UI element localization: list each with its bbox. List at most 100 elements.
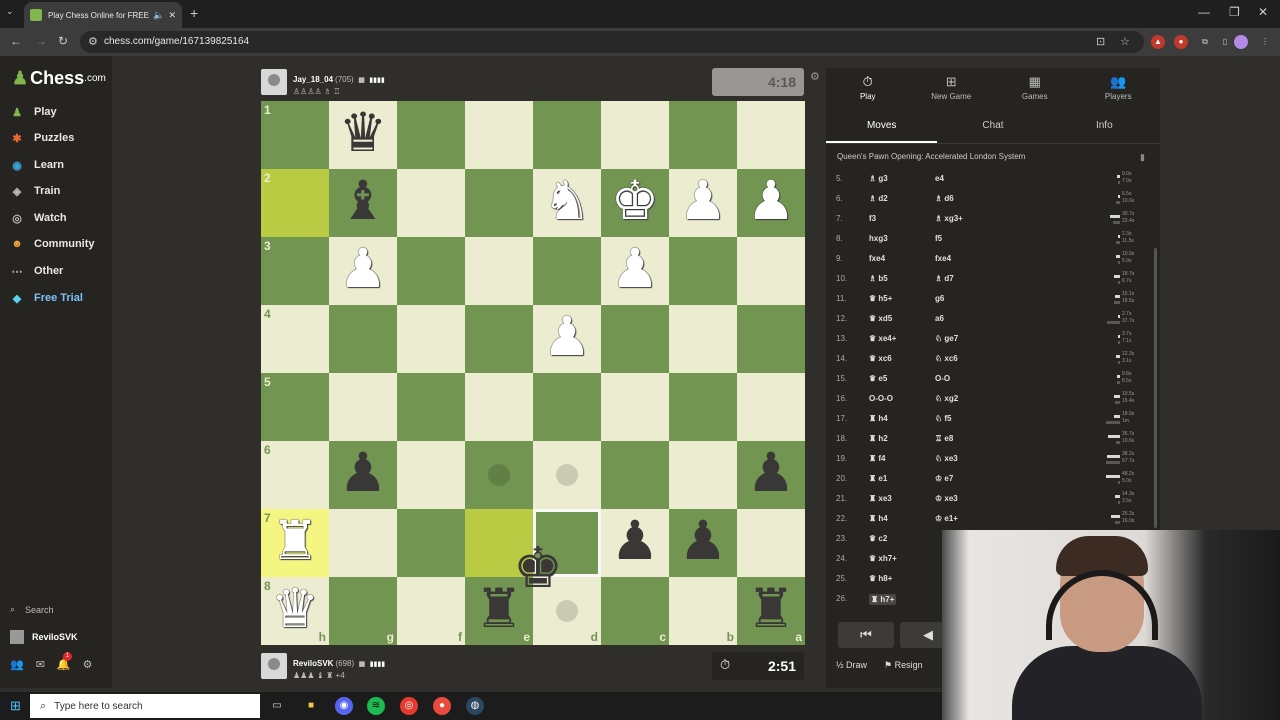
restore-icon[interactable]: ❐ — [1229, 5, 1240, 19]
white-move[interactable]: ♜ h7+ — [869, 594, 897, 605]
board-square[interactable] — [397, 101, 465, 169]
bookmark-star-icon[interactable]: ☆ — [1120, 35, 1130, 48]
move-list-scrollbar[interactable] — [1154, 248, 1157, 528]
friends-icon[interactable]: 👥 — [10, 658, 24, 671]
white-pawn[interactable]: ♟ — [601, 237, 669, 305]
move-hint-dot[interactable] — [556, 600, 578, 622]
profile-avatar-icon[interactable] — [1234, 35, 1248, 49]
board-square[interactable] — [669, 101, 737, 169]
board-square[interactable] — [737, 101, 805, 169]
sidebar-item-free-trial[interactable]: ◆ Free Trial — [10, 288, 83, 308]
board-square[interactable]: ♞ — [533, 169, 601, 237]
white-move[interactable]: fxe4 — [869, 254, 885, 263]
board-square[interactable] — [329, 373, 397, 441]
task-view-icon[interactable]: ▭ — [268, 697, 286, 715]
taskbar-search[interactable]: ⌕ Type here to search — [30, 694, 260, 718]
sidebar-item-puzzles[interactable]: ✱ Puzzles — [10, 128, 74, 148]
board-square[interactable] — [533, 373, 601, 441]
board-square[interactable]: c — [601, 577, 669, 645]
white-knight[interactable]: ♞ — [533, 169, 601, 237]
black-rook[interactable]: ♜ — [737, 577, 805, 645]
board-square[interactable] — [397, 169, 465, 237]
move-hint-dot[interactable] — [488, 464, 510, 486]
black-move[interactable]: fxe4 — [935, 254, 951, 263]
board-square[interactable] — [669, 305, 737, 373]
white-queen[interactable]: ♛ — [261, 577, 329, 645]
black-move[interactable]: ♘ f5 — [935, 414, 952, 423]
board-square[interactable]: ♟ — [669, 169, 737, 237]
close-tab-icon[interactable]: ✕ — [168, 10, 176, 21]
white-move[interactable]: ♛ xc6 — [869, 354, 892, 363]
board-square[interactable]: 4 — [261, 305, 329, 373]
board-square[interactable] — [601, 305, 669, 373]
dragged-black-king[interactable]: ♚ — [508, 540, 568, 600]
reload-icon[interactable]: ↻ — [58, 34, 68, 48]
board-square[interactable]: b — [669, 577, 737, 645]
black-move[interactable]: g6 — [935, 294, 944, 303]
move-hint-dot[interactable] — [556, 464, 578, 486]
black-pawn[interactable]: ♟ — [601, 509, 669, 577]
player-avatar[interactable] — [261, 653, 287, 679]
book-icon[interactable]: ▮ — [1140, 152, 1145, 163]
black-queen[interactable]: ♛ — [329, 101, 397, 169]
opponent-avatar[interactable] — [261, 69, 287, 95]
board-square[interactable]: ♟ — [329, 237, 397, 305]
windows-start-icon[interactable]: ⊞ — [10, 698, 21, 714]
white-move[interactable]: ♗ b5 — [869, 274, 888, 283]
black-move[interactable]: ♗ d7 — [935, 274, 954, 283]
site-info-icon[interactable]: ⚙ — [88, 35, 98, 48]
resign-button[interactable]: ⚑ Resign — [884, 660, 923, 671]
board-square[interactable]: ♚ — [601, 169, 669, 237]
subtab-info[interactable]: Info — [1049, 114, 1160, 143]
board-square[interactable] — [533, 237, 601, 305]
opening-name[interactable]: Queen's Pawn Opening: Accelerated London… — [837, 152, 1025, 161]
board-square[interactable]: g — [329, 577, 397, 645]
first-move-button[interactable]: ⏮ — [838, 622, 894, 648]
board-square[interactable] — [465, 237, 533, 305]
black-pawn[interactable]: ♟ — [737, 441, 805, 509]
black-move[interactable]: ♗ d6 — [935, 194, 954, 203]
audio-icon[interactable]: 🔈 — [153, 10, 164, 21]
board-square[interactable]: ♟ — [737, 169, 805, 237]
white-move[interactable]: ♜ h4 — [869, 514, 888, 523]
sidebar-search[interactable]: ⌕ Search — [10, 604, 54, 615]
obs-icon[interactable]: ● — [433, 697, 451, 715]
address-bar[interactable]: ⚙ chess.com/game/167139825164 ⊡ ☆ — [80, 31, 1144, 53]
black-move[interactable]: ♖ e8 — [935, 434, 953, 443]
black-pawn[interactable]: ♟ — [669, 509, 737, 577]
board-square[interactable] — [329, 509, 397, 577]
board-square[interactable] — [465, 373, 533, 441]
board-square[interactable]: ♟ — [329, 441, 397, 509]
discord-icon[interactable]: ◉ — [335, 697, 353, 715]
black-move[interactable]: ♗ xg3+ — [935, 214, 963, 223]
black-move[interactable]: O-O — [935, 374, 950, 383]
board-square[interactable]: 6 — [261, 441, 329, 509]
board-square[interactable] — [329, 305, 397, 373]
white-move[interactable]: ♜ h4 — [869, 414, 888, 423]
tab-new-game[interactable]: ⊞ New Game — [910, 68, 994, 108]
tab-players[interactable]: 👥 Players — [1077, 68, 1161, 108]
board-square[interactable] — [465, 101, 533, 169]
white-pawn[interactable]: ♟ — [737, 169, 805, 237]
player-name[interactable]: ReviloSVK — [293, 659, 333, 668]
tab-search-icon[interactable]: ⌄ — [6, 6, 14, 17]
sidebar-item-train[interactable]: ◈ Train — [10, 181, 61, 201]
white-move[interactable]: ♜ h2 — [869, 434, 888, 443]
board-square[interactable]: 3 — [261, 237, 329, 305]
board-square[interactable] — [601, 441, 669, 509]
red-extension-icon[interactable]: ● — [1174, 35, 1188, 49]
steam-icon[interactable]: ◍ — [466, 697, 484, 715]
board-square[interactable]: f — [397, 577, 465, 645]
subtab-moves[interactable]: Moves — [826, 114, 938, 143]
extensions-puzzle-icon[interactable]: ⧉ — [1198, 35, 1212, 49]
board-square[interactable]: ♟ — [669, 509, 737, 577]
black-pawn[interactable]: ♟ — [329, 441, 397, 509]
white-pawn[interactable]: ♟ — [669, 169, 737, 237]
board-square[interactable]: ♟ — [737, 441, 805, 509]
board-square[interactable]: ♟ — [533, 305, 601, 373]
board-square[interactable] — [669, 373, 737, 441]
board-square[interactable] — [601, 101, 669, 169]
spotify-icon[interactable]: ≋ — [367, 697, 385, 715]
white-move[interactable]: ♛ h5+ — [869, 294, 892, 303]
tab-games[interactable]: ▦ Games — [993, 68, 1077, 108]
